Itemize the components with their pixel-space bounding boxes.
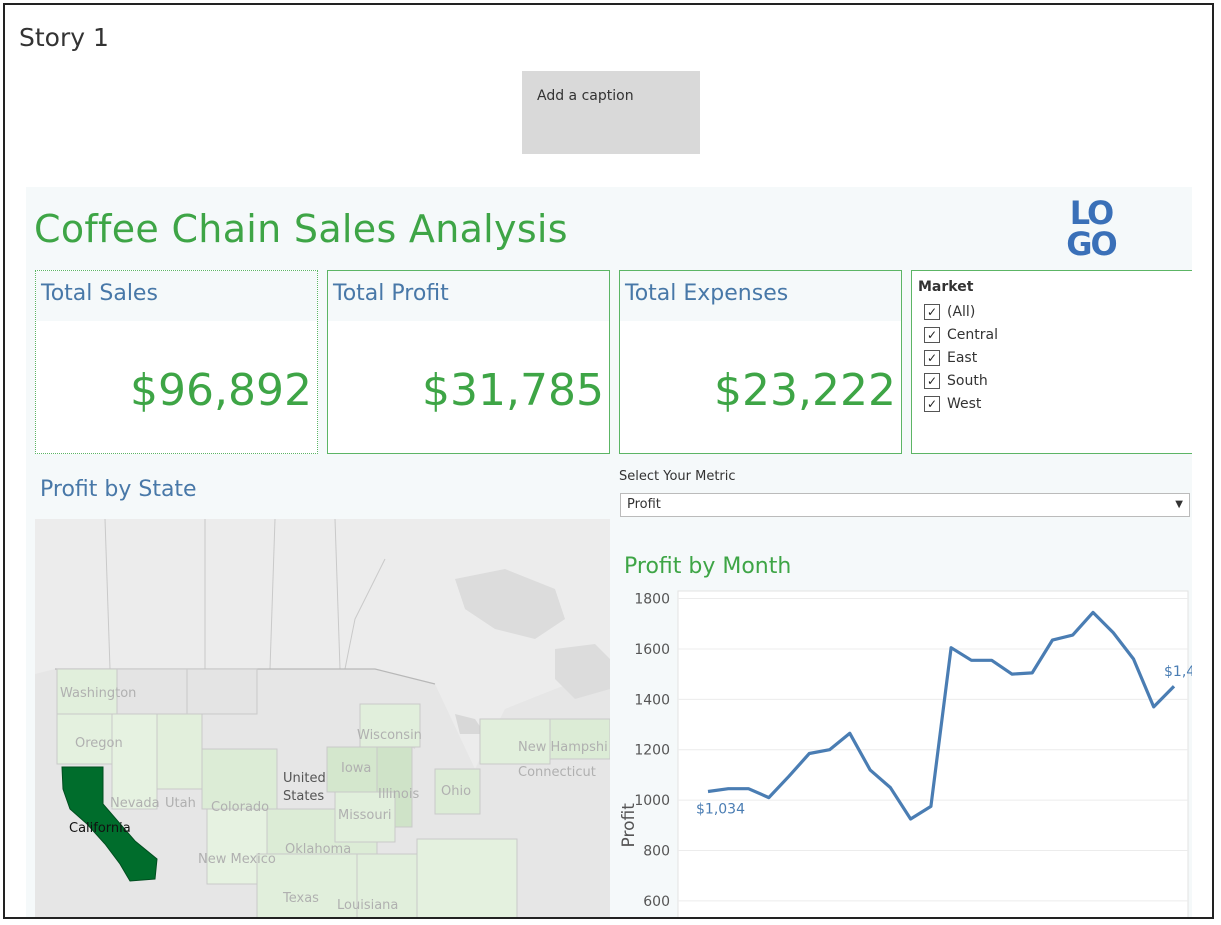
data-point[interactable] (766, 795, 772, 801)
market-option-label: (All) (947, 304, 976, 320)
data-point[interactable] (948, 645, 954, 651)
checkbox-checked-icon[interactable]: ✓ (924, 373, 940, 389)
market-option-east[interactable]: ✓ East (924, 347, 977, 369)
kpi-value: $96,892 (130, 365, 312, 416)
market-filter-title: Market (918, 279, 974, 295)
map-label-utah: Utah (165, 796, 196, 811)
data-point[interactable] (786, 773, 792, 779)
y-tick-label: 600 (643, 894, 670, 910)
market-option-label: West (947, 396, 982, 412)
y-tick-label: 1200 (634, 743, 670, 759)
map-label-nevada: Nevada (110, 796, 160, 811)
map-label-missouri: Missouri (338, 808, 392, 823)
map-label-country-line2: States (283, 789, 324, 804)
kpi-label: Total Sales (41, 281, 158, 306)
data-point[interactable] (1151, 704, 1157, 710)
dashboard-title: Coffee Chain Sales Analysis (34, 207, 568, 251)
map-label-texas: Texas (282, 891, 319, 906)
map-label-new-hampshire: New Hampshi (518, 740, 608, 755)
kpi-total-profit[interactable]: Total Profit $31,785 (327, 270, 610, 454)
profit-map[interactable]: Washington Oregon Nevada Utah Colorado C… (35, 519, 610, 917)
data-point[interactable] (908, 816, 914, 822)
metric-selector-label: Select Your Metric (619, 469, 736, 484)
market-option-west[interactable]: ✓ West (924, 393, 981, 415)
dashboard: Coffee Chain Sales Analysis LO GO Total … (26, 187, 1192, 919)
data-point[interactable] (1029, 670, 1035, 676)
y-tick-label: 1800 (634, 592, 670, 608)
map-label-oklahoma: Oklahoma (285, 842, 351, 857)
line-chart-title: Profit by Month (624, 554, 792, 579)
profit-line-chart[interactable]: 600 800 1000 1200 1400 1600 1800 Profit $1,034 $1… (614, 589, 1192, 919)
data-point[interactable] (1171, 683, 1177, 689)
market-filter: Market ✓ (All) ✓ Central ✓ East ✓ South … (911, 270, 1192, 454)
kpi-total-expenses[interactable]: Total Expenses $23,222 (619, 270, 902, 454)
map-label-california: California (69, 821, 131, 836)
y-tick-label: 1400 (634, 692, 670, 708)
data-point[interactable] (806, 750, 812, 756)
data-point[interactable] (968, 657, 974, 663)
map-canvas: Washington Oregon Nevada Utah Colorado C… (35, 519, 610, 917)
data-point[interactable] (705, 789, 711, 795)
y-tick-label: 1600 (634, 642, 670, 658)
data-point[interactable] (1070, 632, 1076, 638)
y-axis-label: Profit (619, 803, 639, 848)
checkbox-checked-icon[interactable]: ✓ (924, 304, 940, 320)
map-label-wisconsin: Wisconsin (357, 728, 422, 743)
map-label-new-mexico: New Mexico (198, 852, 276, 867)
map-label-colorado: Colorado (211, 800, 269, 815)
market-option-label: Central (947, 327, 998, 343)
kpi-total-sales[interactable]: Total Sales $96,892 (35, 270, 318, 454)
data-point[interactable] (1009, 671, 1015, 677)
kpi-label: Total Profit (333, 281, 449, 306)
y-tick-label: 1000 (634, 793, 670, 809)
data-point[interactable] (1049, 637, 1055, 643)
map-label-connecticut: Connecticut (518, 765, 596, 780)
logo-icon: LO GO (1066, 197, 1118, 257)
dropdown-arrow-icon[interactable]: ▼ (1175, 499, 1183, 510)
story-frame: Story 1 Add a caption Coffee Chain Sales… (3, 3, 1214, 919)
market-option-south[interactable]: ✓ South (924, 370, 988, 392)
svg-text:GO: GO (1066, 225, 1116, 257)
story-title[interactable]: Story 1 (19, 23, 109, 52)
checkbox-checked-icon[interactable]: ✓ (924, 396, 940, 412)
caption-text: Add a caption (537, 88, 634, 104)
map-label-illinois: Illinois (378, 787, 419, 802)
market-option-label: East (947, 350, 978, 366)
data-point[interactable] (725, 786, 731, 792)
kpi-value: $23,222 (714, 365, 896, 416)
metric-select-value: Profit (627, 497, 661, 512)
data-label: $1,452 (1164, 664, 1192, 680)
market-option-all[interactable]: ✓ (All) (924, 301, 975, 323)
map-label-louisiana: Louisiana (337, 898, 398, 913)
data-point[interactable] (746, 786, 752, 792)
data-point[interactable] (989, 657, 995, 663)
checkbox-checked-icon[interactable]: ✓ (924, 327, 940, 343)
data-point[interactable] (827, 747, 833, 753)
kpi-value: $31,785 (422, 365, 604, 416)
data-point[interactable] (1130, 656, 1136, 662)
caption-box[interactable]: Add a caption (522, 71, 700, 154)
metric-select[interactable]: Profit ▼ (620, 493, 1190, 517)
data-point[interactable] (847, 730, 853, 736)
data-point[interactable] (928, 803, 934, 809)
map-label-country-line1: United (283, 771, 326, 786)
data-point[interactable] (887, 784, 893, 790)
data-point[interactable] (1090, 609, 1096, 615)
y-tick-label: 800 (643, 843, 670, 859)
plot-area (677, 590, 1189, 917)
market-option-central[interactable]: ✓ Central (924, 324, 998, 346)
map-label-oregon: Oregon (75, 736, 123, 751)
data-label: $1,034 (696, 802, 745, 818)
map-label-washington: Washington (60, 686, 136, 701)
market-option-label: South (947, 373, 988, 389)
map-label-ohio: Ohio (441, 784, 471, 799)
map-label-iowa: Iowa (341, 761, 371, 776)
data-point[interactable] (867, 767, 873, 773)
checkbox-checked-icon[interactable]: ✓ (924, 350, 940, 366)
data-point[interactable] (1110, 630, 1116, 636)
map-title: Profit by State (40, 477, 197, 502)
kpi-label: Total Expenses (625, 281, 789, 306)
